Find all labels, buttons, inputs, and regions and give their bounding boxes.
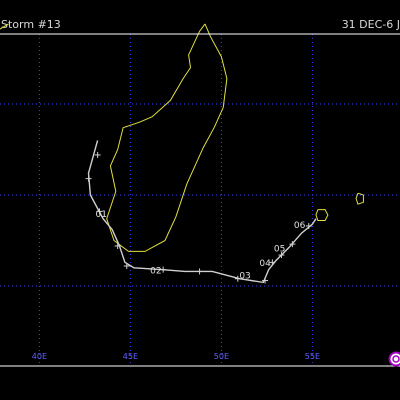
lon-label-50: 50E <box>214 352 229 361</box>
day-label-05: 05 <box>274 244 285 254</box>
day-label-01: 01 <box>96 210 107 220</box>
track-fix-marker <box>196 268 203 275</box>
map-canvas: 01 02 03 0405 06 40E 45E 50E 55E <box>0 23 400 367</box>
day-label-03: 03 <box>239 272 250 282</box>
coastline-madagascar <box>106 23 228 252</box>
storm-track-map: Storm #13 31 DEC-6 J 01 02 03 04 05 06 40E 45E… <box>0 0 400 400</box>
day-label-02: 02 <box>150 266 161 276</box>
lon-label-55: 55E <box>305 352 320 361</box>
copyright-circle-icon <box>388 351 400 367</box>
day-label-04: 04 <box>259 259 271 269</box>
coastline-mauritius <box>355 192 364 205</box>
track-fix-marker <box>94 151 101 158</box>
lon-label-45: 45E <box>123 352 138 361</box>
coastline-africa <box>0 23 9 30</box>
track-line <box>87 140 317 284</box>
track-fix-marker <box>85 175 92 182</box>
graticule <box>0 34 400 366</box>
lon-label-40: 40E <box>32 352 47 361</box>
day-label-06: 06 <box>294 221 306 231</box>
storm-track <box>85 140 317 284</box>
coastline-reunion <box>315 209 329 221</box>
longitude-labels: 40E 45E 50E 55E <box>32 352 320 361</box>
coastlines <box>0 23 364 252</box>
